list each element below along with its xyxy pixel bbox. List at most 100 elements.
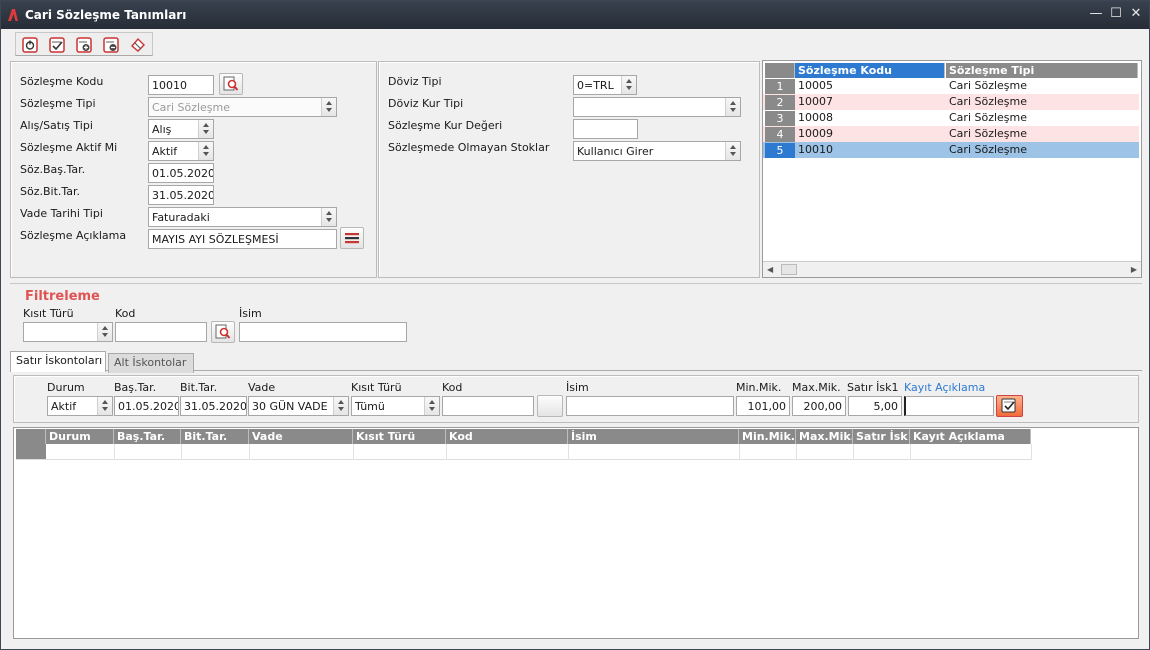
spin-arrows-icon <box>321 208 336 226</box>
column-header-type[interactable]: Sözleşme Tipi <box>946 63 1138 78</box>
cell-divider <box>796 444 797 460</box>
column-header-code[interactable]: Kod <box>446 429 568 444</box>
contract-type-cell: Cari Sözleşme <box>949 111 1028 124</box>
column-header-note[interactable]: Kayıt Açıklama <box>910 429 1031 444</box>
contract-code-input[interactable]: 10010 <box>148 75 214 95</box>
row-indicator <box>16 444 46 459</box>
column-header-name[interactable]: İsim <box>568 429 739 444</box>
cell-divider <box>568 444 569 460</box>
approve-check-icon <box>1001 398 1016 413</box>
entry-name-input[interactable] <box>566 396 734 416</box>
spin-arrows-icon <box>725 98 740 116</box>
checklist-icon <box>49 37 65 53</box>
contract-code-label: Sözleşme Kodu <box>20 75 104 88</box>
row-number: 4 <box>765 127 795 142</box>
contract-type-cell: Cari Sözleşme <box>949 143 1028 156</box>
column-header-discount[interactable]: Satır İsk1 <box>853 429 910 444</box>
filter-title: Filtreleme <box>25 289 100 304</box>
entry-restriction-select[interactable]: Tümü <box>351 396 440 416</box>
entry-end-input[interactable]: 31.05.2020 <box>180 396 247 416</box>
column-header-start[interactable]: Baş.Tar. <box>114 429 181 444</box>
entry-min-label: Min.Mik. <box>736 381 782 394</box>
contract-type-cell: Cari Sözleşme <box>949 95 1028 108</box>
filter-code-input[interactable] <box>115 322 207 342</box>
horizontal-scrollbar[interactable]: ◀ ▶ <box>763 261 1141 277</box>
grid-corner <box>16 429 46 444</box>
table-row[interactable]: 2 10007 Cari Sözleşme <box>763 94 1139 110</box>
contracts-grid: Sözleşme Kodu Sözleşme Tipi 1 10005 Cari… <box>762 60 1142 278</box>
column-header-end[interactable]: Bit.Tar. <box>181 429 249 444</box>
close-button[interactable]: ✕ <box>1127 5 1145 23</box>
app-logo-icon <box>8 9 18 21</box>
entry-note-input[interactable] <box>904 396 994 416</box>
list-icon <box>345 233 359 244</box>
entry-discount-input[interactable]: 5,00 <box>848 396 902 416</box>
description-input[interactable]: MAYIS AYI SÖZLEŞMESİ <box>148 229 337 249</box>
power-button[interactable] <box>20 35 40 55</box>
buy-sell-type-select[interactable]: Alış <box>148 119 214 139</box>
entry-restriction-label: Kısıt Türü <box>351 381 402 394</box>
scroll-left-icon[interactable]: ◀ <box>767 265 773 274</box>
contract-code-cell: 10009 <box>798 127 833 140</box>
tab-sub-discounts[interactable]: Alt İskontolar <box>108 353 194 373</box>
scroll-thumb[interactable] <box>781 264 797 275</box>
contract-code-cell: 10007 <box>798 95 833 108</box>
currency-type-select[interactable]: 0=TRL <box>573 75 637 95</box>
entry-max-input[interactable]: 200,00 <box>792 396 846 416</box>
missing-stocks-value: Kullanıcı Girer <box>577 145 654 158</box>
column-header-code[interactable]: Sözleşme Kodu <box>795 63 945 78</box>
contract-type-select[interactable]: Cari Sözleşme <box>148 97 337 117</box>
entry-save-button[interactable] <box>996 395 1023 417</box>
filter-code-label: Kod <box>115 307 136 320</box>
contract-active-select[interactable]: Aktif <box>148 141 214 161</box>
buy-sell-type-label: Alış/Satış Tipi <box>20 119 93 132</box>
contract-active-value: Aktif <box>152 145 178 158</box>
due-date-type-select[interactable]: Faturadaki <box>148 207 337 227</box>
end-date-input[interactable]: 31.05.2020 <box>148 185 214 205</box>
column-header-min[interactable]: Min.Mik. <box>739 429 796 444</box>
description-menu-button[interactable] <box>340 227 364 249</box>
spin-arrows-icon <box>97 397 112 415</box>
table-row[interactable]: 3 10008 Cari Sözleşme <box>763 110 1139 126</box>
entry-min-input[interactable]: 101,00 <box>736 396 790 416</box>
add-record-button[interactable] <box>74 35 94 55</box>
filter-restriction-select[interactable] <box>23 322 113 342</box>
contract-rate-label: Sözleşme Kur Değeri <box>388 119 503 132</box>
scroll-right-icon[interactable]: ▶ <box>1131 265 1137 274</box>
table-row[interactable]: 1 10005 Cari Sözleşme <box>763 78 1139 94</box>
entry-start-input[interactable]: 01.05.2020 <box>114 396 179 416</box>
entry-code-input[interactable] <box>442 396 534 416</box>
column-header-due[interactable]: Vade <box>249 429 353 444</box>
column-header-max[interactable]: Max.Mik. <box>796 429 853 444</box>
start-date-input[interactable]: 01.05.2020 <box>148 163 214 183</box>
minimize-button[interactable]: — <box>1087 5 1105 23</box>
clear-button[interactable] <box>128 35 148 55</box>
column-header-status[interactable]: Durum <box>46 429 114 444</box>
exchange-rate-type-select[interactable] <box>573 97 741 117</box>
filter-restriction-label: Kısıt Türü <box>23 307 74 320</box>
contract-type-cell: Cari Sözleşme <box>949 127 1028 140</box>
entry-status-label: Durum <box>47 381 85 394</box>
approve-button[interactable] <box>47 35 67 55</box>
missing-stocks-select[interactable]: Kullanıcı Girer <box>573 141 741 161</box>
entry-code-lookup-button[interactable] <box>537 395 563 417</box>
filter-name-input[interactable] <box>239 322 407 342</box>
contract-rate-input[interactable] <box>573 119 638 139</box>
filter-code-search-button[interactable] <box>211 321 235 343</box>
table-row-selected[interactable]: 5 10010 Cari Sözleşme <box>763 142 1139 158</box>
search-doc-icon <box>215 324 231 339</box>
entry-due-select[interactable]: 30 GÜN VADE <box>248 396 349 416</box>
entry-status-select[interactable]: Aktif <box>47 396 113 416</box>
table-row[interactable]: 4 10009 Cari Sözleşme <box>763 126 1139 142</box>
eraser-icon <box>131 37 145 52</box>
contract-active-label: Sözleşme Aktif Mi <box>20 141 118 154</box>
contract-search-button[interactable] <box>219 73 243 95</box>
maximize-button[interactable]: ☐ <box>1107 5 1125 23</box>
entry-code-label: Kod <box>442 381 463 394</box>
table-row-empty[interactable] <box>16 444 1032 460</box>
entry-discount-label: Satır İsk1 <box>847 381 899 394</box>
tab-line-discounts[interactable]: Satır İskontoları <box>10 351 106 372</box>
cell-divider <box>249 444 250 460</box>
column-header-restriction[interactable]: Kısıt Türü <box>353 429 446 444</box>
delete-record-button[interactable] <box>101 35 121 55</box>
